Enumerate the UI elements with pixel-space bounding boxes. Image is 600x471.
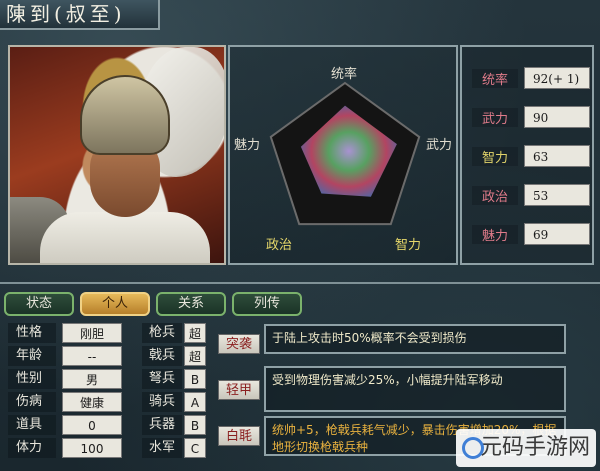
troop-row: 水军 C bbox=[142, 437, 208, 459]
tab-biography[interactable]: 列传 bbox=[232, 292, 302, 316]
tab-status[interactable]: 状态 bbox=[4, 292, 74, 316]
attribute-key: 体力 bbox=[8, 438, 56, 458]
troop-type: 戟兵 bbox=[142, 346, 182, 366]
troop-type: 水军 bbox=[142, 438, 182, 458]
stat-row-command: 统率 92(+ 1) bbox=[472, 67, 592, 91]
troop-type: 弩兵 bbox=[142, 369, 182, 389]
character-portrait bbox=[8, 45, 226, 265]
attributes-list: 性格 刚胆 年龄 -- 性别 男 伤病 健康 道具 0 体力 100 bbox=[8, 322, 126, 460]
stat-value: 90 bbox=[524, 106, 590, 128]
attribute-row: 道具 0 bbox=[8, 414, 126, 436]
troop-rank: 超 bbox=[184, 346, 206, 366]
tab-relations[interactable]: 关系 bbox=[156, 292, 226, 316]
attribute-row: 性格 刚胆 bbox=[8, 322, 126, 344]
stat-label: 政治 bbox=[472, 186, 518, 205]
attribute-key: 伤病 bbox=[8, 392, 56, 412]
skill-button-assault[interactable]: 突袭 bbox=[218, 334, 260, 354]
game-window: 陳到(叔至) 统率 武力 智力 政治 魅力 统率 92(+ 1) 武力 90 智… bbox=[0, 0, 600, 471]
skill-button-light-armor[interactable]: 轻甲 bbox=[218, 380, 260, 400]
stat-label: 智力 bbox=[472, 147, 518, 166]
watermark-logo-icon bbox=[462, 437, 484, 459]
attribute-row: 年龄 -- bbox=[8, 345, 126, 367]
radar-label-charisma: 魅力 bbox=[234, 138, 261, 153]
troop-rank: B bbox=[184, 415, 206, 435]
troop-rank: C bbox=[184, 438, 206, 458]
attribute-key: 年龄 bbox=[8, 346, 56, 366]
attribute-value: 100 bbox=[62, 438, 122, 458]
troop-row: 戟兵 超 bbox=[142, 345, 208, 367]
stat-value: 53 bbox=[524, 184, 590, 206]
stat-label: 武力 bbox=[472, 108, 518, 127]
tab-personal[interactable]: 个人 bbox=[80, 292, 150, 316]
attribute-row: 性别 男 bbox=[8, 368, 126, 390]
troop-type: 兵器 bbox=[142, 415, 182, 435]
character-name-title: 陳到(叔至) bbox=[0, 0, 160, 30]
attribute-value: 刚胆 bbox=[62, 323, 122, 343]
tab-bar: 状态 个人 关系 列传 bbox=[0, 282, 600, 318]
skill-description: 于陆上攻击时50%概率不会受到损伤 bbox=[264, 324, 566, 354]
attribute-value: 健康 bbox=[62, 392, 122, 412]
troop-row: 弩兵 B bbox=[142, 368, 208, 390]
attribute-value: -- bbox=[62, 346, 122, 366]
radar-label-politics: 政治 bbox=[266, 238, 293, 253]
radar-label-command: 统率 bbox=[331, 67, 358, 82]
watermark-text: 元码手游网 bbox=[479, 435, 590, 460]
troop-row: 枪兵 超 bbox=[142, 322, 208, 344]
stat-value: 69 bbox=[524, 223, 590, 245]
troop-rank: A bbox=[184, 392, 206, 412]
stat-label: 统率 bbox=[472, 69, 518, 88]
portrait-helmet bbox=[80, 75, 170, 155]
stat-value: 63 bbox=[524, 145, 590, 167]
radar-label-war: 武力 bbox=[426, 138, 453, 153]
stat-row-charisma: 魅力 69 bbox=[472, 223, 592, 247]
attribute-row: 体力 100 bbox=[8, 437, 126, 459]
troop-row: 骑兵 A bbox=[142, 391, 208, 413]
stat-row-war: 武力 90 bbox=[472, 106, 592, 130]
troop-rank: 超 bbox=[184, 323, 206, 343]
troop-type: 枪兵 bbox=[142, 323, 182, 343]
troop-row: 兵器 B bbox=[142, 414, 208, 436]
stat-row-politics: 政治 53 bbox=[472, 184, 592, 208]
stat-value: 92(+ 1) bbox=[524, 67, 590, 89]
attribute-key: 道具 bbox=[8, 415, 56, 435]
stat-label: 魅力 bbox=[472, 225, 518, 244]
radar-chart-panel: 统率 武力 智力 政治 魅力 bbox=[228, 45, 458, 265]
attribute-value: 男 bbox=[62, 369, 122, 389]
troop-aptitude-list: 枪兵 超 戟兵 超 弩兵 B 骑兵 A 兵器 B 水军 C bbox=[142, 322, 208, 460]
attribute-row: 伤病 健康 bbox=[8, 391, 126, 413]
troop-rank: B bbox=[184, 369, 206, 389]
stat-row-intelligence: 智力 63 bbox=[472, 145, 592, 169]
watermark: 元码手游网 bbox=[456, 429, 596, 467]
attribute-key: 性格 bbox=[8, 323, 56, 343]
attribute-value: 0 bbox=[62, 415, 122, 435]
troop-type: 骑兵 bbox=[142, 392, 182, 412]
radar-label-intelligence: 智力 bbox=[395, 238, 422, 253]
portrait-scarf bbox=[40, 212, 210, 263]
stats-panel: 统率 92(+ 1) 武力 90 智力 63 政治 53 魅力 69 bbox=[460, 45, 594, 265]
skill-description: 受到物理伤害减少25%，小幅提升陆军移动 bbox=[264, 366, 566, 412]
attribute-key: 性别 bbox=[8, 369, 56, 389]
skill-button-white-plume[interactable]: 白毦 bbox=[218, 426, 260, 446]
